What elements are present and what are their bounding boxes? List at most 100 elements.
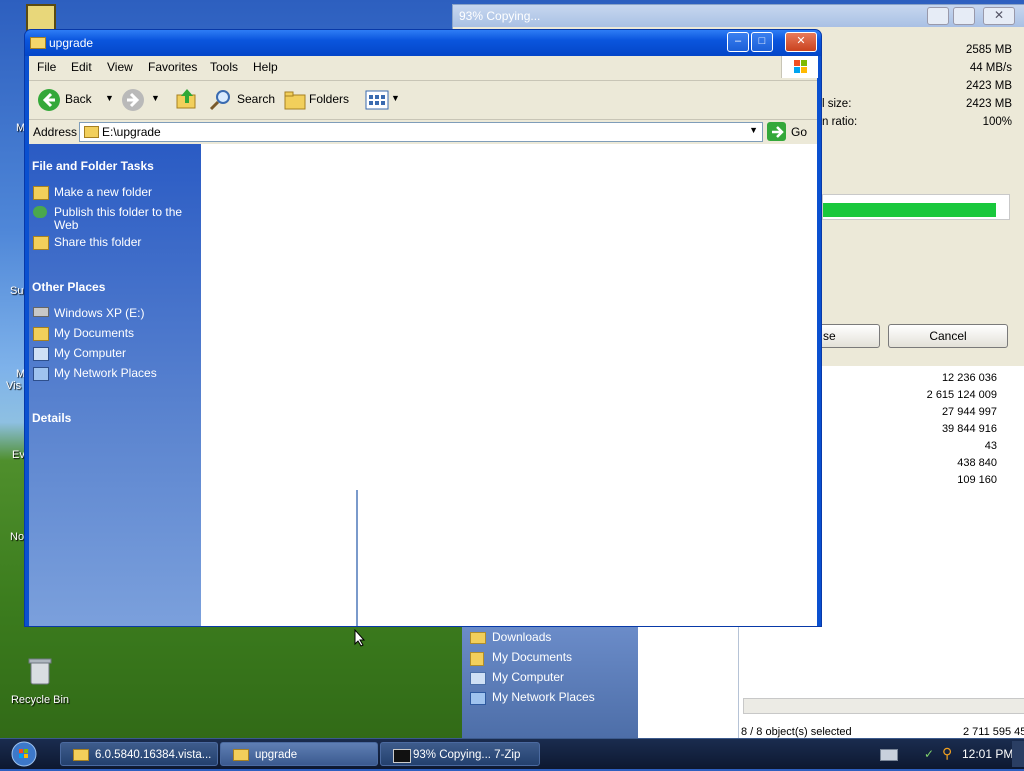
- file-size-value: 27 944 997: [941, 406, 997, 418]
- menu-help[interactable]: Help: [253, 60, 278, 74]
- folder-content-area[interactable]: [201, 144, 817, 626]
- go-label: Go: [791, 125, 808, 139]
- chevron-down-icon[interactable]: ▼: [749, 125, 758, 135]
- views-icon: [365, 90, 389, 110]
- search-tray-icon[interactable]: ⚲: [942, 745, 952, 762]
- stat-value: 44 MB/s: [969, 62, 1012, 74]
- copy-progress-fill: [823, 203, 996, 217]
- file-size-value: 109 160: [957, 474, 997, 486]
- recycle-bin-icon[interactable]: [28, 656, 52, 686]
- taskbar-item-label: upgrade: [255, 749, 298, 761]
- chevron-down-icon[interactable]: ▼: [391, 93, 400, 103]
- new-folder-icon: [33, 186, 49, 200]
- file-size-value: 438 840: [957, 457, 997, 469]
- other-places-header[interactable]: Other Places: [32, 280, 105, 294]
- place-windows-xp[interactable]: Windows XP (E:): [54, 307, 144, 320]
- go-button[interactable]: Go: [767, 122, 813, 142]
- file-size-value: 12 236 036: [941, 372, 997, 384]
- menu-bar: File Edit View Favorites Tools Help: [29, 56, 818, 81]
- mouse-cursor-icon: [354, 629, 366, 647]
- chevron-down-icon[interactable]: ▼: [151, 93, 160, 103]
- task-publish-web[interactable]: Publish this folder to the Web: [54, 206, 194, 232]
- menu-edit[interactable]: Edit: [71, 60, 92, 74]
- views-button[interactable]: ▼: [365, 87, 401, 113]
- menu-tools[interactable]: Tools: [210, 60, 238, 74]
- place-my-documents[interactable]: My Documents: [54, 327, 134, 340]
- task-make-new-folder[interactable]: Make a new folder: [54, 186, 194, 199]
- column-divider: [356, 490, 358, 626]
- up-arrow-icon: [176, 89, 196, 109]
- address-bar: Address E:\upgrade ▼ Go: [29, 120, 817, 144]
- bg-link-my-computer[interactable]: My Computer: [492, 670, 564, 684]
- copy-progress-bar: [822, 194, 1010, 220]
- menu-favorites[interactable]: Favorites: [148, 60, 197, 74]
- taskbar-item-label: 93% Copying... 7-Zip: [413, 749, 521, 761]
- search-icon: [209, 90, 230, 111]
- taskbar-item-label: 6.0.5840.16384.vista...: [95, 749, 212, 761]
- back-arrow-icon: [38, 89, 60, 111]
- start-button[interactable]: [8, 740, 44, 768]
- maximize-icon[interactable]: [953, 7, 975, 25]
- menu-view[interactable]: View: [107, 60, 133, 74]
- maximize-button[interactable]: □: [751, 32, 773, 52]
- address-value: E:\upgrade: [102, 125, 161, 139]
- desktop-icon-label: Ev: [12, 449, 25, 461]
- taskbar: 6.0.5840.16384.vista... upgrade 93% Copy…: [0, 738, 1024, 769]
- network-tray-icon[interactable]: ✓: [924, 747, 936, 761]
- folder-icon: [233, 749, 249, 761]
- windows-logo-icon: [781, 56, 818, 78]
- search-button[interactable]: Search: [209, 87, 279, 113]
- folder-icon: [73, 749, 89, 761]
- file-size-value: 43: [984, 440, 997, 452]
- desktop-icon-label: Su: [10, 285, 24, 297]
- folders-icon: [284, 91, 306, 110]
- chevron-down-icon[interactable]: ▼: [105, 93, 114, 103]
- place-my-computer[interactable]: My Computer: [54, 347, 126, 360]
- menu-file[interactable]: File: [37, 60, 56, 74]
- taskbar-item-upgrade[interactable]: upgrade: [220, 742, 378, 766]
- keyboard-icon[interactable]: [880, 749, 898, 761]
- explorer-window: upgrade ‒ □ ✕ File Edit View Favorites T…: [24, 29, 822, 627]
- share-folder-icon: [33, 236, 49, 250]
- place-my-network-places[interactable]: My Network Places: [54, 367, 157, 380]
- my-documents-icon: [470, 652, 484, 666]
- status-text: 8 / 8 object(s) selected: [741, 726, 852, 738]
- toolbar: Back ▼ ▼ Search Folders ▼: [29, 81, 817, 120]
- details-header[interactable]: Details: [32, 411, 71, 425]
- cancel-button[interactable]: Cancel: [888, 324, 1008, 348]
- start-orb-icon: [11, 741, 37, 767]
- pause-button[interactable]: se: [818, 324, 880, 348]
- clock[interactable]: 12:01 PM: [962, 747, 1013, 761]
- bg-link-my-documents[interactable]: My Documents: [492, 650, 572, 664]
- stat-value: 2423 MB: [965, 98, 1012, 110]
- horizontal-scrollbar[interactable]: [743, 698, 1024, 714]
- up-folder-button[interactable]: [175, 87, 199, 113]
- folder-icon: [470, 632, 486, 644]
- forward-arrow-icon: [122, 89, 144, 111]
- network-icon: [470, 692, 486, 705]
- stat-value: 2423 MB: [965, 80, 1012, 92]
- folders-button[interactable]: Folders: [283, 87, 355, 113]
- show-desktop-button[interactable]: [1012, 741, 1024, 767]
- close-button[interactable]: ✕: [785, 32, 817, 52]
- close-icon[interactable]: ✕: [983, 7, 1015, 25]
- taskbar-item-7zip[interactable]: 93% Copying... 7-Zip: [380, 742, 540, 766]
- bg-link-my-network-places[interactable]: My Network Places: [492, 690, 595, 704]
- forward-button[interactable]: ▼: [121, 87, 165, 113]
- my-documents-icon: [33, 327, 49, 341]
- folder-icon: [30, 37, 46, 49]
- file-size-value: 39 844 916: [941, 423, 997, 435]
- drive-icon: [33, 307, 49, 317]
- minimize-button[interactable]: ‒: [727, 32, 749, 52]
- recycle-bin-label: Recycle Bin: [10, 694, 70, 706]
- task-share-folder[interactable]: Share this folder: [54, 236, 194, 249]
- title-bar: upgrade ‒ □ ✕: [25, 30, 821, 56]
- stat-value: 100%: [982, 116, 1012, 128]
- computer-icon: [470, 672, 486, 685]
- file-tasks-header[interactable]: File and Folder Tasks: [32, 159, 154, 173]
- address-input[interactable]: E:\upgrade ▼: [79, 122, 763, 142]
- back-button[interactable]: Back ▼: [37, 87, 117, 113]
- minimize-icon[interactable]: [927, 7, 949, 25]
- bg-link-downloads[interactable]: Downloads: [492, 630, 551, 644]
- taskbar-item-vista[interactable]: 6.0.5840.16384.vista...: [60, 742, 218, 766]
